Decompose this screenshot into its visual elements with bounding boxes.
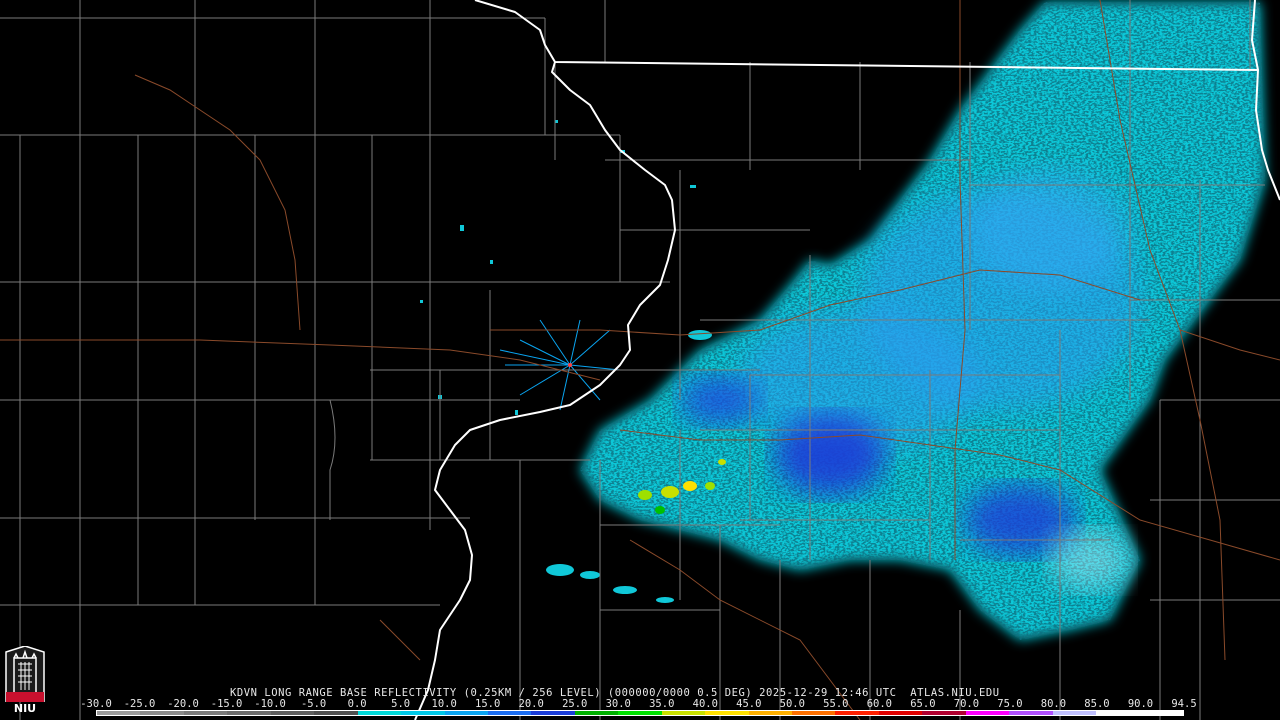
scale-tick-label: 70.0 (953, 698, 980, 710)
colorbar-segment (1009, 711, 1053, 715)
scale-tick-label: -10.0 (254, 698, 286, 710)
colorbar-segment (922, 711, 966, 715)
scale-tick-label: 35.0 (649, 698, 675, 710)
ground-clutter (499, 319, 621, 411)
colorbar-segment (618, 711, 662, 715)
scale-tick-label: -5.0 (300, 698, 327, 710)
scale-tick-label: -20.0 (167, 698, 199, 710)
niu-logo: NIU (4, 645, 46, 716)
colorbar-segment (97, 711, 141, 715)
colorbar-segment (748, 711, 792, 715)
scale-tick-label: 75.0 (997, 698, 1023, 710)
scale-tick-label: 15.0 (475, 698, 501, 710)
niu-logo-text: NIU (13, 702, 37, 715)
scale-tick-label: 94.5 (1171, 698, 1197, 710)
scale-tick-label: 45.0 (736, 698, 762, 710)
scale-tick-label: 0.0 (347, 698, 367, 710)
colorbar-segment (705, 711, 749, 715)
colorbar-segment (965, 711, 1010, 715)
scale-tick-label: 80.0 (1040, 698, 1067, 710)
scale-tick-label: 5.0 (391, 698, 411, 710)
colorbar-segment (487, 711, 532, 715)
scale-tick-label: 85.0 (1084, 698, 1110, 710)
colorbar-segment (270, 711, 315, 715)
radar-map (0, 0, 1280, 720)
colorbar-segment (878, 711, 923, 715)
scale-ticks: -30.0 -25.0 -20.0 -15.0 -10.0 -5.0 0.0 5.0 10.0 1… (80, 698, 1197, 710)
colorbar-segment (140, 711, 184, 715)
reflectivity-echoes (420, 2, 1265, 640)
scale-tick-label: 60.0 (866, 698, 893, 710)
colorbar-segment (1139, 711, 1183, 715)
colorbar-segment (1052, 711, 1097, 715)
scale-tick-label: 40.0 (692, 698, 718, 710)
scale-tick-label: 65.0 (910, 698, 936, 710)
colorbar-segment (1096, 711, 1140, 715)
scale-tick-label: 90.0 (1127, 698, 1154, 710)
scale-tick-label: 25.0 (562, 698, 588, 710)
colorbar-segment (183, 711, 228, 715)
scale-tick-label: 50.0 (779, 698, 805, 710)
colorbar-segment (444, 711, 488, 715)
colorbar-segment (227, 711, 271, 715)
colorbar-segment (401, 711, 445, 715)
scale-tick-label: -15.0 (210, 698, 243, 710)
scale-tick-label: 30.0 (605, 698, 631, 710)
colorbar-segment (357, 711, 402, 715)
colorbar-segment (574, 711, 619, 715)
scale-tick-label: 55.0 (823, 698, 849, 710)
scale-tick-label: -30.0 (80, 698, 112, 710)
colorbar-segment (661, 711, 706, 715)
radar-site-marker (568, 363, 572, 367)
reflectivity-colorbar (96, 710, 1184, 716)
scale-tick-label: -25.0 (123, 698, 156, 710)
scale-tick-label: 10.0 (431, 698, 457, 710)
colorbar-segment (835, 711, 879, 715)
colorbar-segment (314, 711, 358, 715)
scale-tick-label: 20.0 (518, 698, 544, 710)
colorbar-segment (792, 711, 836, 715)
colorbar-segment (531, 711, 575, 715)
